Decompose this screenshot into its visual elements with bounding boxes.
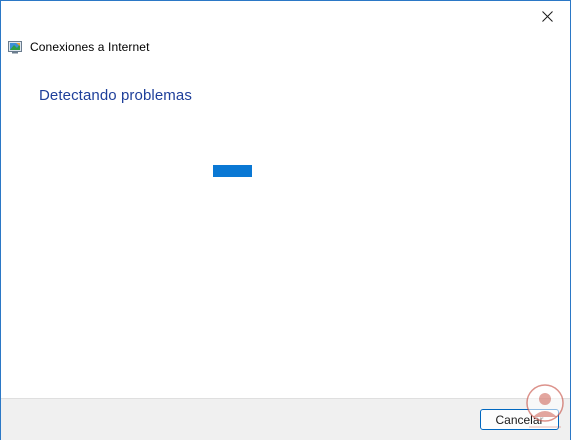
close-button[interactable] bbox=[524, 1, 570, 31]
progress-chunk bbox=[213, 165, 252, 177]
title-bar bbox=[1, 1, 570, 31]
wizard-header: Conexiones a Internet bbox=[8, 38, 150, 56]
progress-indicator bbox=[213, 165, 252, 177]
wizard-footer: Cancelar bbox=[1, 398, 570, 440]
troubleshooter-window: Conexiones a Internet Detectando problem… bbox=[0, 0, 571, 440]
window-title: Conexiones a Internet bbox=[30, 40, 150, 54]
page-heading: Detectando problemas bbox=[39, 87, 192, 104]
network-troubleshooter-icon bbox=[8, 41, 22, 54]
close-icon bbox=[541, 10, 553, 22]
cancel-button[interactable]: Cancelar bbox=[480, 409, 559, 430]
